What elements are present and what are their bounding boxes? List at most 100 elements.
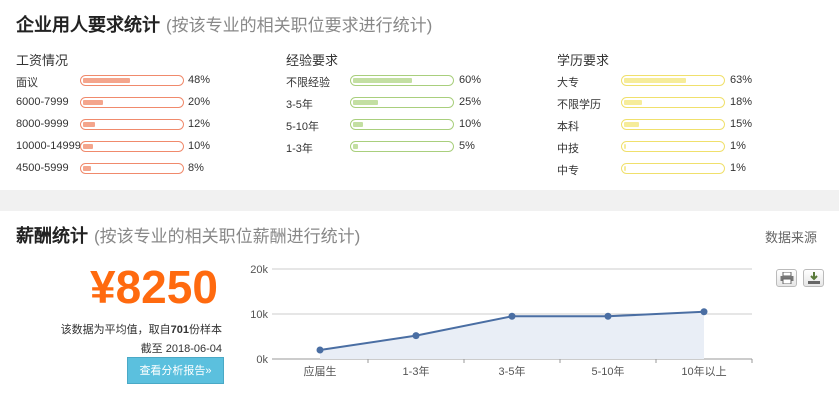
date-note: 截至 2018-06-04: [141, 340, 222, 356]
requirement-row: 8000-9999 12%: [16, 116, 236, 132]
percent-bar: [350, 97, 454, 108]
percent-bar: [80, 141, 184, 152]
percent-value: 25%: [459, 96, 482, 108]
view-report-button[interactable]: 查看分析报告»: [127, 357, 224, 384]
column-heading: 学历要求: [557, 53, 610, 68]
percent-bar-fill: [624, 122, 639, 127]
data-source-link[interactable]: 数据来源: [765, 227, 817, 246]
experience-column: 经验要求 不限经验 60% 3-5年 25% 5-10年 10% 1-3年 5%: [286, 50, 506, 155]
data-point: [412, 332, 420, 340]
requirement-row: 5-10年 10%: [286, 116, 506, 133]
percent-bar: [350, 75, 454, 86]
requirement-row: 中专 1%: [557, 160, 777, 177]
download-icon: [808, 272, 820, 284]
percent-value: 20%: [188, 96, 211, 108]
percent-bar-fill: [624, 166, 626, 171]
y-tick-label: 10k: [250, 309, 268, 321]
print-button[interactable]: [776, 269, 797, 287]
requirement-label: 大专: [557, 77, 579, 89]
data-point: [700, 308, 708, 316]
percent-value: 1%: [730, 140, 746, 152]
requirement-label: 中专: [557, 165, 579, 177]
note-prefix: 该数据为平均值，取自: [60, 324, 171, 336]
requirement-label: 中技: [557, 143, 579, 155]
requirement-row: 大专 63%: [557, 72, 777, 89]
percent-bar: [350, 141, 454, 152]
printer-icon: [780, 272, 794, 284]
requirement-row: 不限经验 60%: [286, 72, 506, 89]
percent-bar: [80, 75, 184, 86]
requirements-panel: 企业用人要求统计 (按该专业的相关职位要求进行统计) 工资情况 面议 48% 6000…: [0, 0, 839, 190]
percent-value: 15%: [730, 118, 753, 130]
requirement-label: 5-10年: [286, 121, 320, 133]
data-point: [604, 312, 612, 320]
download-button[interactable]: [803, 269, 824, 287]
data-date: 2018-06-04: [165, 343, 222, 355]
percent-bar: [621, 97, 725, 108]
column-heading: 工资情况: [16, 53, 69, 68]
percent-value: 5%: [459, 140, 475, 152]
percent-bar: [80, 163, 184, 174]
percent-value: 10%: [459, 118, 482, 130]
percent-value: 8%: [188, 162, 204, 174]
percent-bar: [621, 163, 725, 174]
percent-bar: [80, 119, 184, 130]
percent-bar-fill: [83, 100, 103, 105]
requirement-row: 不限学历 18%: [557, 94, 777, 111]
requirement-label: 1-3年: [286, 143, 313, 155]
x-tick-label: 应届生: [304, 364, 337, 378]
percent-bar-fill: [83, 122, 95, 127]
data-point: [508, 312, 516, 320]
requirement-label: 本科: [557, 121, 579, 133]
requirement-row: 10000-14999 10%: [16, 138, 236, 154]
sample-count: 701: [170, 324, 189, 336]
percent-bar: [621, 75, 725, 86]
requirement-label: 面议: [16, 77, 38, 89]
percent-bar-fill: [353, 144, 358, 149]
requirement-row: 本科 15%: [557, 116, 777, 133]
requirement-row: 中技 1%: [557, 138, 777, 155]
percent-value: 10%: [188, 140, 211, 152]
requirement-row: 面议 48%: [16, 72, 236, 89]
salary-range-column: 工资情况 面议 48% 6000-7999 20% 8000-9999 12% 10000-…: [16, 50, 236, 174]
salary-title: 薪酬统计: [16, 226, 88, 246]
salary-line-chart: 0k 10k 20k 应届生 1-3年 3-5年 5-10年 10年以上: [250, 264, 753, 378]
average-note: 该数据为平均值，取自701份样本: [61, 321, 222, 337]
data-point: [316, 346, 324, 354]
salary-title-block: 薪酬统计 (按该专业的相关职位薪酬进行统计): [16, 222, 360, 248]
percent-bar: [350, 119, 454, 130]
percent-bar-fill: [83, 144, 93, 149]
percent-bar-fill: [353, 122, 363, 127]
percent-value: 63%: [730, 74, 753, 86]
percent-value: 18%: [730, 96, 753, 108]
note-suffix: 份样本: [189, 324, 222, 336]
percent-bar: [621, 119, 725, 130]
percent-bar-fill: [624, 100, 642, 105]
x-tick-label: 10年以上: [681, 364, 726, 378]
percent-bar: [80, 97, 184, 108]
x-tick-label: 1-3年: [403, 364, 430, 378]
percent-bar-fill: [624, 78, 686, 83]
requirement-label: 不限经验: [286, 77, 330, 89]
requirements-subtitle: (按该专业的相关职位要求进行统计): [166, 16, 433, 35]
percent-bar-fill: [83, 78, 130, 83]
requirements-title: 企业用人要求统计: [16, 15, 160, 35]
percent-value: 48%: [188, 74, 211, 86]
percent-bar-fill: [83, 166, 91, 171]
requirement-label: 8000-9999: [16, 118, 69, 130]
requirement-row: 1-3年 5%: [286, 138, 506, 155]
y-tick-label: 20k: [250, 264, 268, 276]
x-tick-label: 5-10年: [591, 364, 624, 378]
education-column: 学历要求 大专 63% 不限学历 18% 本科 15% 中技 1% 中专 1%: [557, 50, 777, 177]
requirement-label: 6000-7999: [16, 96, 69, 108]
percent-value: 12%: [188, 118, 211, 130]
requirement-row: 6000-7999 20%: [16, 94, 236, 110]
requirement-label: 4500-5999: [16, 162, 69, 174]
percent-bar-fill: [353, 100, 378, 105]
column-heading: 经验要求: [286, 53, 339, 68]
requirement-label: 不限学历: [557, 99, 601, 111]
percent-value: 1%: [730, 162, 746, 174]
percent-bar-fill: [353, 78, 412, 83]
salary-panel: 薪酬统计 (按该专业的相关职位薪酬进行统计) 数据来源 ¥8250 该数据为平均值…: [0, 211, 839, 401]
x-tick-label: 3-5年: [499, 364, 526, 378]
